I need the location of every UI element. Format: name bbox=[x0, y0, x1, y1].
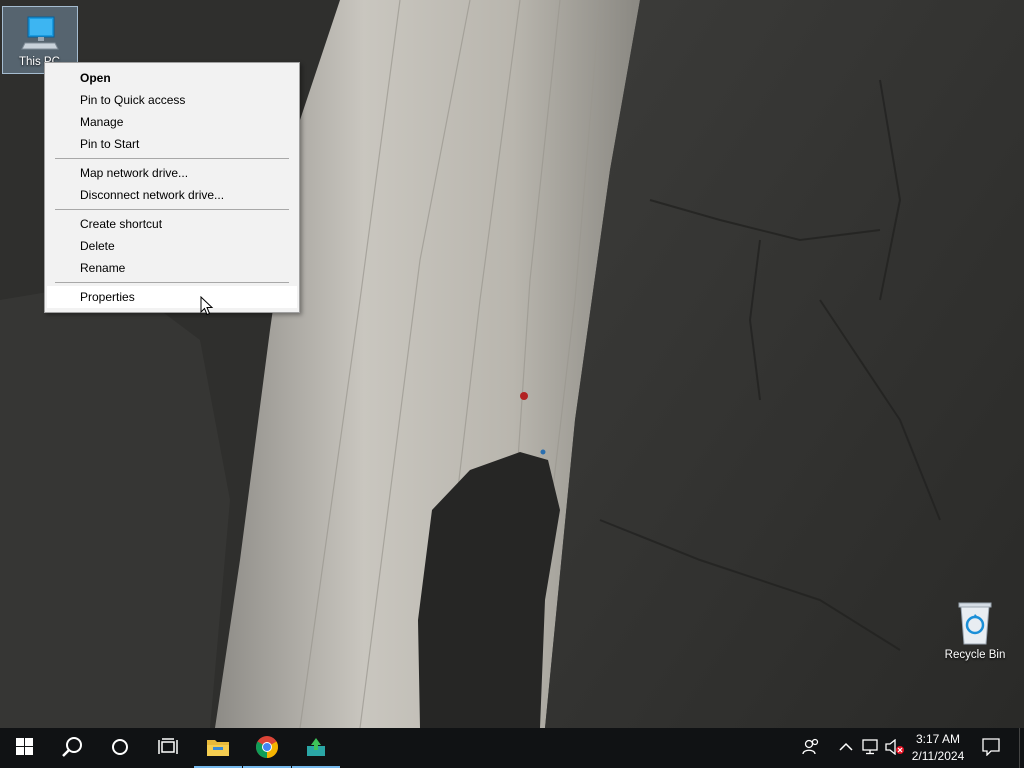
clock-time: 3:17 AM bbox=[915, 732, 961, 746]
menu-item-properties[interactable]: Properties bbox=[47, 286, 297, 308]
taskbar: 3:17 AM 2/11/2024 bbox=[0, 728, 1024, 768]
chrome-icon bbox=[255, 735, 279, 762]
mouse-cursor-icon bbox=[200, 295, 214, 319]
menu-item-create-shortcut[interactable]: Create shortcut bbox=[47, 213, 297, 235]
start-button[interactable] bbox=[0, 728, 48, 768]
show-hidden-icons-button[interactable] bbox=[836, 738, 856, 758]
file-explorer-icon bbox=[206, 737, 230, 760]
menu-item-map-network-drive[interactable]: Map network drive... bbox=[47, 162, 297, 184]
show-desktop-button[interactable] bbox=[1019, 728, 1024, 768]
menu-separator bbox=[55, 158, 289, 159]
windows-start-icon bbox=[15, 738, 33, 758]
menu-item-pin-to-start[interactable]: Pin to Start bbox=[47, 133, 297, 155]
clock-date: 2/11/2024 bbox=[911, 749, 965, 763]
search-icon bbox=[61, 736, 83, 761]
taskbar-clock[interactable]: 3:17 AM 2/11/2024 bbox=[906, 731, 970, 765]
context-menu: Open Pin to Quick access Manage Pin to S… bbox=[44, 62, 300, 313]
taskbar-file-explorer[interactable] bbox=[194, 728, 242, 768]
volume-button[interactable] bbox=[885, 738, 905, 758]
cortana-button[interactable] bbox=[96, 728, 144, 768]
menu-item-disconnect-network-drive[interactable]: Disconnect network drive... bbox=[47, 184, 297, 206]
recycle-bin-icon bbox=[953, 600, 997, 646]
task-view-icon bbox=[158, 737, 178, 759]
menu-separator bbox=[55, 282, 289, 283]
chevron-up-icon bbox=[839, 741, 853, 755]
cortana-icon bbox=[111, 738, 129, 759]
search-button[interactable] bbox=[48, 728, 96, 768]
network-icon bbox=[862, 738, 880, 758]
menu-item-rename[interactable]: Rename bbox=[47, 257, 297, 279]
task-view-button[interactable] bbox=[144, 728, 192, 768]
menu-separator bbox=[55, 209, 289, 210]
taskbar-app[interactable] bbox=[292, 728, 340, 768]
menu-item-manage[interactable]: Manage bbox=[47, 111, 297, 133]
people-button[interactable] bbox=[801, 738, 821, 758]
volume-muted-icon bbox=[885, 738, 905, 758]
taskbar-chrome[interactable] bbox=[243, 728, 291, 768]
network-button[interactable] bbox=[861, 738, 881, 758]
app-download-icon bbox=[305, 736, 327, 761]
desktop-icon-recycle-bin[interactable]: Recycle Bin bbox=[937, 600, 1013, 662]
menu-item-pin-to-quick-access[interactable]: Pin to Quick access bbox=[47, 89, 297, 111]
action-center-icon bbox=[982, 737, 1000, 759]
menu-item-delete[interactable]: Delete bbox=[47, 235, 297, 257]
people-icon bbox=[802, 738, 820, 759]
action-center-button[interactable] bbox=[981, 737, 1001, 759]
menu-item-open[interactable]: Open bbox=[47, 67, 297, 89]
desktop-icon-label: Recycle Bin bbox=[944, 649, 1006, 661]
computer-icon bbox=[20, 13, 60, 53]
